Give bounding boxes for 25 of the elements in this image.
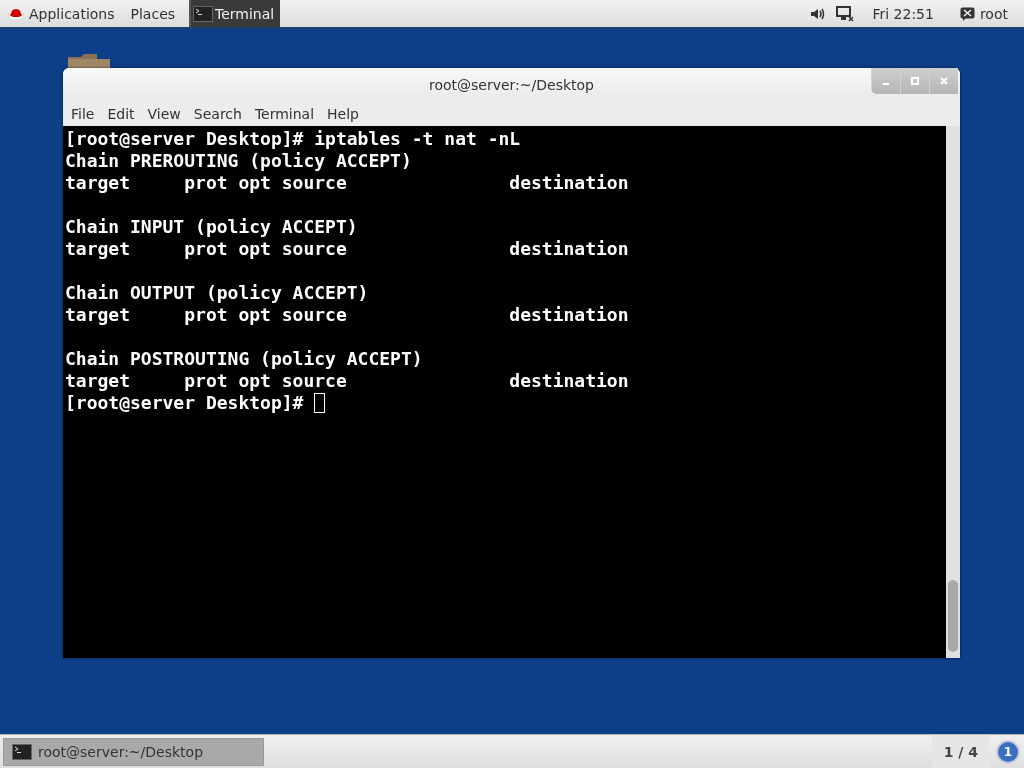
command-line: [root@server Desktop]# iptables -t nat -nL (65, 128, 521, 150)
menu-item[interactable]: Terminal (249, 106, 320, 122)
window-title: root@server:~/Desktop (428, 77, 594, 93)
notification-badge[interactable]: 1 (996, 739, 1020, 764)
places-menu[interactable]: Places (122, 0, 184, 27)
shell-prompt: [root@server Desktop]# (65, 392, 304, 414)
workspace-indicator[interactable]: 1 / 4 (931, 735, 990, 768)
user-menu[interactable]: root (951, 0, 1016, 27)
menu-item[interactable]: View (142, 106, 186, 122)
chain-header: Chain PREROUTING (policy ACCEPT) (65, 150, 412, 172)
menu-item[interactable]: File (66, 106, 100, 122)
clock[interactable]: Fri 22:51 (864, 5, 942, 22)
applications-menu[interactable]: Applications (0, 0, 123, 27)
chain-header: Chain POSTROUTING (policy ACCEPT) (65, 348, 423, 370)
column-headers: target prot opt source destination (65, 304, 629, 326)
menu-item[interactable]: Help (322, 106, 364, 122)
terminal-task-button[interactable]: Terminal (189, 0, 281, 27)
chain-header: Chain OUTPUT (policy ACCEPT) (65, 282, 369, 304)
menu-item[interactable]: Search (188, 106, 247, 122)
column-headers: target prot opt source destination (65, 172, 629, 194)
menu-item[interactable]: Edit (102, 106, 140, 122)
chain-header: Chain INPUT (policy ACCEPT) (65, 216, 358, 238)
column-headers: target prot opt source destination (65, 370, 629, 392)
column-headers: target prot opt source destination (65, 238, 629, 260)
window-list-button[interactable]: root@server:~/Desktop (3, 737, 264, 766)
